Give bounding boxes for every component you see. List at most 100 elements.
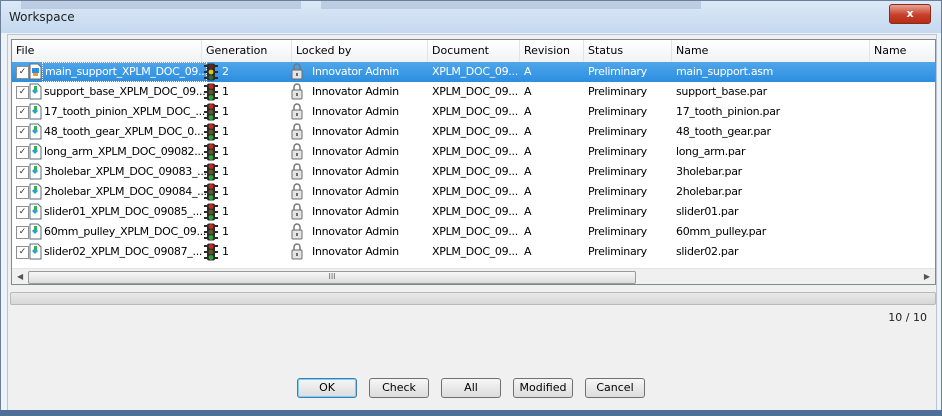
part-file-icon <box>29 143 42 163</box>
lock-icon <box>291 83 303 103</box>
cell-revision: A <box>524 245 532 258</box>
column-header-locked-by[interactable]: Locked by <box>292 40 428 62</box>
close-button[interactable]: x <box>889 4 931 24</box>
cell-generation: 1 <box>222 225 229 238</box>
table-row[interactable]: ✓ 2holebar_XPLM_DOC_09084_... 1 Innovator A… <box>12 182 935 202</box>
cell-name-2 <box>870 182 935 202</box>
table-row[interactable]: ✓ slider01_XPLM_DOC_09085_... 1 Innovator A… <box>12 202 935 222</box>
row-checkbox[interactable]: ✓ <box>16 186 29 199</box>
row-checkbox[interactable]: ✓ <box>16 86 29 99</box>
table-row[interactable]: ✓ 48_tooth_gear_XPLM_DOC_0... 1 Innovator A… <box>12 122 935 142</box>
workspace-grid: File Generation Locked by Document Revis… <box>11 39 936 285</box>
cell-document: XPLM_DOC_09... <box>432 185 518 198</box>
lock-icon <box>291 243 303 263</box>
cell-status: Preliminary <box>588 205 647 218</box>
traffic-light-icon <box>204 103 218 124</box>
background-window-ghost <box>321 1 701 9</box>
ok-button[interactable]: OK <box>297 378 357 398</box>
cell-status: Preliminary <box>588 185 647 198</box>
column-header-name-2[interactable]: Name <box>870 40 935 62</box>
column-header-revision[interactable]: Revision <box>520 40 584 62</box>
scroll-right-icon[interactable]: ▶ <box>924 272 930 281</box>
part-file-icon <box>29 83 42 103</box>
title-bar[interactable]: Workspace x <box>1 1 941 33</box>
part-file-icon <box>29 243 42 263</box>
cell-name: slider02.par <box>676 245 739 258</box>
row-checkbox[interactable]: ✓ <box>16 146 29 159</box>
cell-status: Preliminary <box>588 165 647 178</box>
table-row[interactable]: ✓ 3holebar_XPLM_DOC_09083_... 1 Innovator A… <box>12 162 935 182</box>
column-header-generation[interactable]: Generation <box>202 40 292 62</box>
table-row[interactable]: ✓ support_base_XPLM_DOC_09... 1 Innovator A… <box>12 82 935 102</box>
row-checkbox[interactable]: ✓ <box>16 206 29 219</box>
modified-button[interactable]: Modified <box>513 378 573 398</box>
row-checkbox[interactable]: ✓ <box>16 126 29 139</box>
cell-revision: A <box>524 145 532 158</box>
check-button[interactable]: Check <box>369 378 429 398</box>
cell-status: Preliminary <box>588 245 647 258</box>
cell-locked-by: Innovator Admin <box>312 85 399 98</box>
cell-name-2 <box>870 122 935 142</box>
row-checkbox[interactable]: ✓ <box>16 226 29 239</box>
part-file-icon <box>29 123 42 143</box>
table-row[interactable]: ✓ long_arm_XPLM_DOC_09082... 1 Innovator Ad… <box>12 142 935 162</box>
scrollbar-thumb[interactable]: III <box>28 271 636 284</box>
row-checkbox[interactable]: ✓ <box>16 66 29 79</box>
cell-document: XPLM_DOC_09... <box>432 225 518 238</box>
cell-revision: A <box>524 205 532 218</box>
cell-name: 17_tooth_pinion.par <box>676 105 780 118</box>
cell-name: 3holebar.par <box>676 165 742 178</box>
cell-revision: A <box>524 85 532 98</box>
lock-icon <box>291 123 303 143</box>
column-header-file[interactable]: File <box>12 40 202 62</box>
cell-file: 2holebar_XPLM_DOC_09084_... <box>44 185 207 198</box>
part-file-icon <box>29 103 42 123</box>
table-row[interactable]: ✓ main_support_XPLM_DOC_09... 2 Innovator A… <box>12 62 935 82</box>
horizontal-scrollbar[interactable]: ◀ III ▶ <box>12 268 935 284</box>
assembly-file-icon <box>29 63 42 83</box>
cell-generation: 1 <box>222 125 229 138</box>
cell-status: Preliminary <box>588 125 647 138</box>
cell-locked-by: Innovator Admin <box>312 105 399 118</box>
cell-revision: A <box>524 65 532 78</box>
row-checkbox[interactable]: ✓ <box>16 246 29 259</box>
cell-locked-by: Innovator Admin <box>312 205 399 218</box>
cell-revision: A <box>524 125 532 138</box>
cell-document: XPLM_DOC_09... <box>432 85 518 98</box>
cell-revision: A <box>524 165 532 178</box>
column-header-document[interactable]: Document <box>428 40 520 62</box>
scroll-left-icon[interactable]: ◀ <box>17 272 23 281</box>
cell-name: support_base.par <box>676 85 767 98</box>
cancel-button[interactable]: Cancel <box>585 378 645 398</box>
cell-document: XPLM_DOC_09... <box>432 145 518 158</box>
cell-document: XPLM_DOC_09... <box>432 165 518 178</box>
row-checkbox[interactable]: ✓ <box>16 106 29 119</box>
cell-file: 60mm_pulley_XPLM_DOC_09... <box>44 225 207 238</box>
cell-status: Preliminary <box>588 85 647 98</box>
cell-revision: A <box>524 105 532 118</box>
cell-file: slider01_XPLM_DOC_09085_... <box>44 205 203 218</box>
progress-bar <box>10 292 936 305</box>
traffic-light-icon <box>204 223 218 244</box>
taskbar-strip <box>0 410 942 416</box>
lock-icon <box>291 223 303 243</box>
table-row[interactable]: ✓ slider02_XPLM_DOC_09087_... 1 Innovator A… <box>12 242 935 262</box>
cell-status: Preliminary <box>588 145 647 158</box>
row-checkbox[interactable]: ✓ <box>16 166 29 179</box>
cell-generation: 2 <box>222 65 229 78</box>
cell-name: slider01.par <box>676 205 739 218</box>
cell-locked-by: Innovator Admin <box>312 245 399 258</box>
table-row[interactable]: ✓ 17_tooth_pinion_XPLM_DOC_... 1 Innovator … <box>12 102 935 122</box>
cell-locked-by: Innovator Admin <box>312 225 399 238</box>
lock-icon <box>291 183 303 203</box>
cell-revision: A <box>524 225 532 238</box>
window-title: Workspace <box>9 10 75 24</box>
column-header-name[interactable]: Name <box>672 40 870 62</box>
column-header-status[interactable]: Status <box>584 40 672 62</box>
all-button[interactable]: All <box>441 378 501 398</box>
cell-name-2 <box>870 102 935 122</box>
cell-name: 48_tooth_gear.par <box>676 125 771 138</box>
cell-file: main_support_XPLM_DOC_09... <box>42 62 207 82</box>
table-row[interactable]: ✓ 60mm_pulley_XPLM_DOC_09... 1 Innovator Ad… <box>12 222 935 242</box>
cell-name: long_arm.par <box>676 145 746 158</box>
